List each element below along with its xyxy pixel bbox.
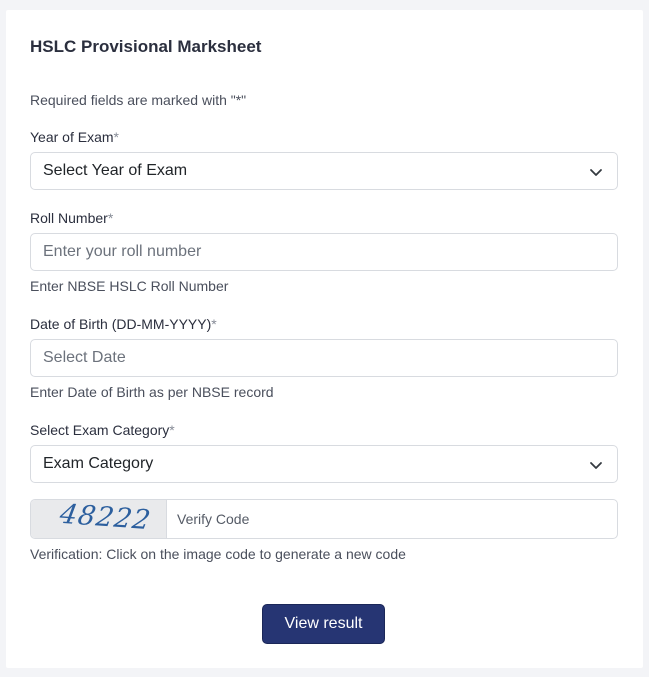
- exam-category-selected-value: Exam Category: [43, 455, 154, 472]
- marksheet-form-card: HSLC Provisional Marksheet Required fiel…: [6, 10, 643, 668]
- verify-code-input[interactable]: Verify Code: [167, 500, 617, 538]
- required-asterisk: *: [113, 129, 119, 145]
- verify-code-placeholder: Verify Code: [177, 511, 250, 527]
- chevron-down-icon: [590, 462, 602, 469]
- year-of-exam-label: Year of Exam*: [30, 129, 119, 145]
- dob-help-text: Enter Date of Birth as per NBSE record: [30, 384, 274, 400]
- captcha-group: 48222 Verify Code: [30, 499, 618, 539]
- exam-category-label-text: Select Exam Category: [30, 422, 170, 438]
- exam-category-select[interactable]: Exam Category: [30, 445, 618, 483]
- chevron-down-icon: [590, 169, 602, 176]
- captcha-help-text: Verification: Click on the image code to…: [30, 546, 406, 562]
- view-result-button[interactable]: View result: [262, 604, 385, 644]
- dob-label-text: Date of Birth (DD-MM-YYYY): [30, 316, 212, 332]
- year-of-exam-label-text: Year of Exam: [30, 129, 114, 145]
- roll-number-help-text: Enter NBSE HSLC Roll Number: [30, 278, 229, 294]
- roll-number-input[interactable]: Enter your roll number: [30, 233, 618, 271]
- captcha-image[interactable]: 48222: [31, 500, 167, 538]
- dob-date-input[interactable]: Select Date: [30, 339, 618, 377]
- year-of-exam-selected-value: Select Year of Exam: [43, 162, 188, 179]
- year-of-exam-select[interactable]: Select Year of Exam: [30, 152, 618, 190]
- dob-label: Date of Birth (DD-MM-YYYY)*: [30, 316, 217, 332]
- required-asterisk: *: [107, 210, 114, 226]
- exam-category-label: Select Exam Category*: [30, 422, 175, 438]
- required-asterisk: *: [169, 422, 175, 438]
- roll-number-placeholder: Enter your roll number: [43, 243, 202, 260]
- dob-placeholder: Select Date: [43, 349, 126, 366]
- roll-number-label-text: Roll Number: [30, 210, 108, 226]
- required-fields-note: Required fields are marked with "*": [30, 92, 247, 108]
- form-title: HSLC Provisional Marksheet: [30, 37, 262, 56]
- captcha-code: 48222: [57, 499, 154, 537]
- required-asterisk: *: [211, 316, 217, 332]
- roll-number-label: Roll Number*: [30, 210, 113, 226]
